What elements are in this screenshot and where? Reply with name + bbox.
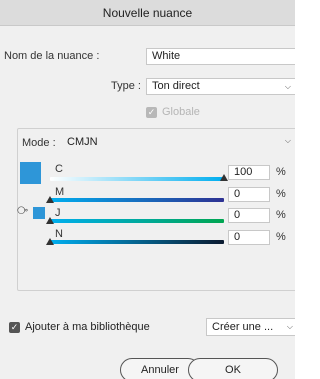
type-value: Ton direct: [152, 80, 200, 92]
dialog-title: Nouvelle nuance: [0, 0, 295, 26]
type-select[interactable]: Ton direct ⌵: [146, 78, 295, 95]
cyan-slider-track[interactable]: [50, 177, 224, 181]
channel-label: N: [55, 228, 63, 240]
swatch-name-label: Nom de la nuance :: [4, 50, 100, 62]
chevron-down-icon: ⌵: [284, 136, 291, 145]
channel-label: C: [55, 163, 63, 175]
percent-label: %: [276, 209, 286, 221]
library-select-value: Créer une ...: [212, 321, 274, 333]
add-to-library-label: Ajouter à ma bibliothèque: [25, 321, 150, 333]
magenta-slider-track[interactable]: [50, 198, 224, 202]
ok-button[interactable]: OK: [188, 358, 278, 379]
yellow-value-input[interactable]: 0: [228, 208, 270, 223]
channel-label: J: [55, 207, 61, 219]
mode-label: Mode :: [22, 137, 56, 149]
global-label: Globale: [162, 106, 200, 118]
yellow-slider-track[interactable]: [50, 219, 224, 223]
color-preview-swatch: [20, 162, 41, 184]
add-to-library-checkbox[interactable]: ✓: [9, 322, 20, 333]
slider-thumb[interactable]: [46, 196, 54, 203]
global-checkbox[interactable]: ✓: [146, 107, 157, 118]
library-select[interactable]: Créer une ... ⌵: [206, 318, 295, 336]
percent-label: %: [276, 188, 286, 200]
slider-thumb[interactable]: [46, 217, 54, 224]
magenta-value-input[interactable]: 0: [228, 187, 270, 202]
mode-value: CMJN: [67, 136, 98, 148]
percent-label: %: [276, 166, 286, 178]
percent-label: %: [276, 231, 286, 243]
black-value-input[interactable]: 0: [228, 230, 270, 245]
gamut-cube-icon[interactable]: ⧂: [17, 205, 28, 218]
slider-thumb[interactable]: [46, 238, 54, 245]
chevron-down-icon: ⌵: [284, 82, 291, 91]
slider-thumb[interactable]: [220, 174, 228, 181]
cyan-value-input[interactable]: 100: [228, 165, 270, 180]
channel-label: M: [55, 186, 65, 198]
swatch-name-input[interactable]: White: [146, 48, 295, 65]
out-of-gamut-swatch[interactable]: [33, 207, 45, 219]
chevron-down-icon: ⌵: [286, 322, 293, 331]
type-label: Type :: [111, 80, 141, 92]
mode-select[interactable]: CMJN ⌵: [67, 136, 295, 151]
swatch-name-value: White: [152, 50, 181, 62]
black-slider-track[interactable]: [50, 240, 224, 244]
new-swatch-dialog: Nouvelle nuance Nom de la nuance : White…: [0, 0, 295, 379]
